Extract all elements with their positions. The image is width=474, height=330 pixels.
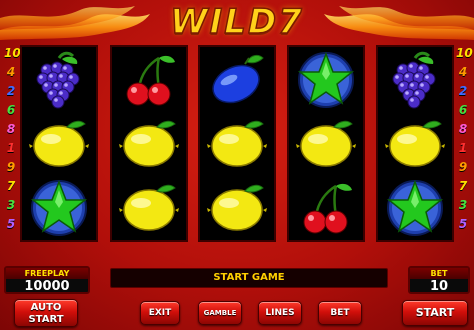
reel-5 (376, 45, 454, 242)
reel-2 (110, 45, 188, 242)
bet-value: 10 (429, 279, 449, 294)
freeplay-value: 10000 (24, 279, 70, 294)
payline-number: 10 (4, 46, 21, 60)
lemon-icon (112, 112, 186, 176)
payline-number: 6 (458, 103, 468, 117)
payline-number: 2 (6, 84, 16, 98)
reel-1 (20, 45, 98, 242)
payline-number: 9 (458, 160, 468, 174)
payline-number: 3 (6, 198, 16, 212)
lemon-icon (200, 176, 274, 240)
auto-start-label-line2: START (28, 314, 64, 325)
lemon-icon (200, 112, 274, 176)
payline-number: 5 (458, 217, 468, 231)
exit-button[interactable]: EXIT (140, 301, 180, 325)
reel-4 (287, 45, 365, 242)
start-button[interactable]: START (402, 300, 468, 326)
bet-box: BET 10 (408, 266, 470, 294)
lines-button[interactable]: LINES (258, 301, 302, 325)
payline-number: 5 (6, 217, 16, 231)
freeplay-box: FREEPLAY 10000 (4, 266, 90, 294)
payline-number: 2 (458, 84, 468, 98)
cherries-icon (112, 48, 186, 112)
slot-game-screen: WILD7 10 4 2 6 8 1 9 7 3 5 10 4 2 6 8 1 9 7 3 5 FREEPLAY 1… (0, 0, 474, 330)
freeplay-label: FREEPLAY (6, 268, 88, 279)
plum-icon (200, 48, 274, 112)
star-icon (289, 48, 363, 112)
payline-numbers-right: 10 4 2 6 8 1 9 7 3 5 (456, 44, 473, 240)
payline-numbers-left: 10 4 2 6 8 1 9 7 3 5 (4, 44, 21, 240)
payline-number: 1 (458, 141, 468, 155)
bet-label: BET (410, 268, 468, 279)
star-icon (22, 176, 96, 240)
lemon-icon (378, 112, 452, 176)
payline-number: 1 (6, 141, 16, 155)
payline-number: 7 (458, 179, 468, 193)
auto-start-label-line1: AUTO (30, 302, 62, 313)
payline-number: 4 (6, 65, 16, 79)
payline-number: 10 (456, 46, 473, 60)
lemon-icon (22, 112, 96, 176)
auto-start-button[interactable]: AUTO START (14, 299, 78, 327)
star-icon (378, 176, 452, 240)
gamble-button[interactable]: GAMBLE (198, 301, 242, 325)
payline-number: 8 (458, 122, 468, 136)
grapes-icon (378, 48, 452, 112)
grapes-icon (22, 48, 96, 112)
payline-number: 4 (458, 65, 468, 79)
payline-number: 8 (6, 122, 16, 136)
bet-button[interactable]: BET (318, 301, 362, 325)
reel-3 (198, 45, 276, 242)
game-title: WILD7 (169, 1, 304, 43)
lemon-icon (112, 176, 186, 240)
payline-number: 3 (458, 198, 468, 212)
payline-number: 7 (6, 179, 16, 193)
lemon-icon (289, 112, 363, 176)
payline-number: 9 (6, 160, 16, 174)
cherries-icon (289, 176, 363, 240)
payline-number: 6 (6, 103, 16, 117)
game-message: START GAME (110, 268, 388, 288)
